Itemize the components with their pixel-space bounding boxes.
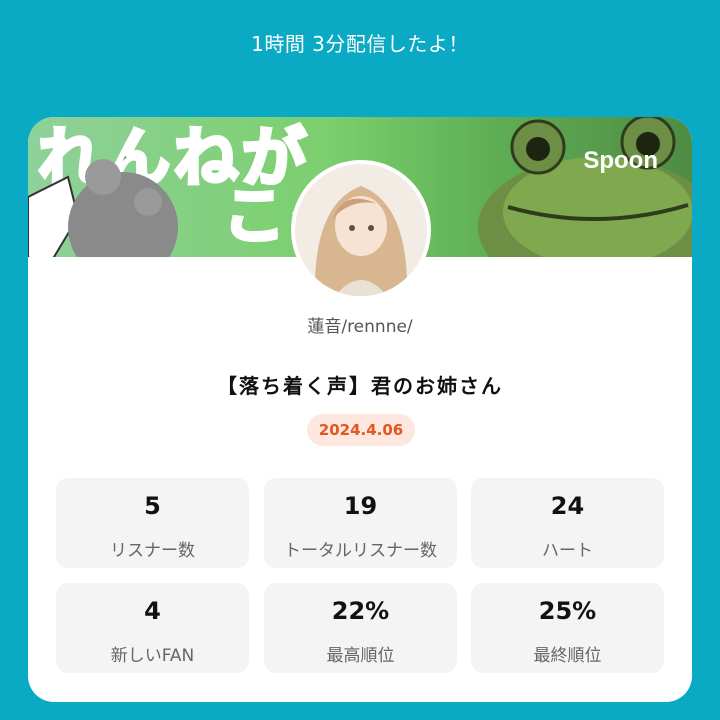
stat-highest-rank: 22% 最高順位 [264, 583, 457, 673]
stat-hearts: 24 ハート [471, 478, 664, 568]
stat-value: 25% [538, 597, 597, 625]
stat-listeners: 5 リスナー数 [56, 478, 249, 568]
stat-final-rank: 25% 最終順位 [471, 583, 664, 673]
broadcast-summary-card: れんねが こ→ Spoon 蓮音/rennne/ 【落ち着く声】君のお姉さん 2… [28, 117, 692, 702]
broadcast-duration-headline: 1時間 3分配信したよ！ [251, 32, 469, 56]
stat-label: リスナー数 [110, 541, 195, 561]
host-avatar [291, 160, 431, 300]
stat-value: 24 [550, 492, 585, 520]
spoon-logo: Spoon [583, 147, 658, 174]
stat-value: 22% [331, 597, 390, 625]
stat-value: 19 [343, 492, 378, 520]
stat-label: トータルリスナー数 [284, 541, 437, 561]
stat-value: 4 [144, 597, 161, 625]
stat-new-fans: 4 新しいFAN [56, 583, 249, 673]
stat-label: 最高順位 [326, 646, 395, 666]
stat-label: 新しいFAN [110, 646, 195, 666]
broadcast-title: 【落ち着く声】君のお姉さん [217, 374, 503, 398]
date-badge: 2024.4.06 [307, 414, 415, 446]
stat-label: 最終順位 [533, 646, 602, 666]
rock-frog-illustration [28, 159, 178, 257]
host-name: 蓮音/rennne/ [307, 317, 413, 337]
stat-value: 5 [144, 492, 161, 520]
frog-illustration [478, 117, 692, 257]
stat-label: ハート [542, 541, 593, 561]
stat-total-listeners: 19 トータルリスナー数 [264, 478, 457, 568]
